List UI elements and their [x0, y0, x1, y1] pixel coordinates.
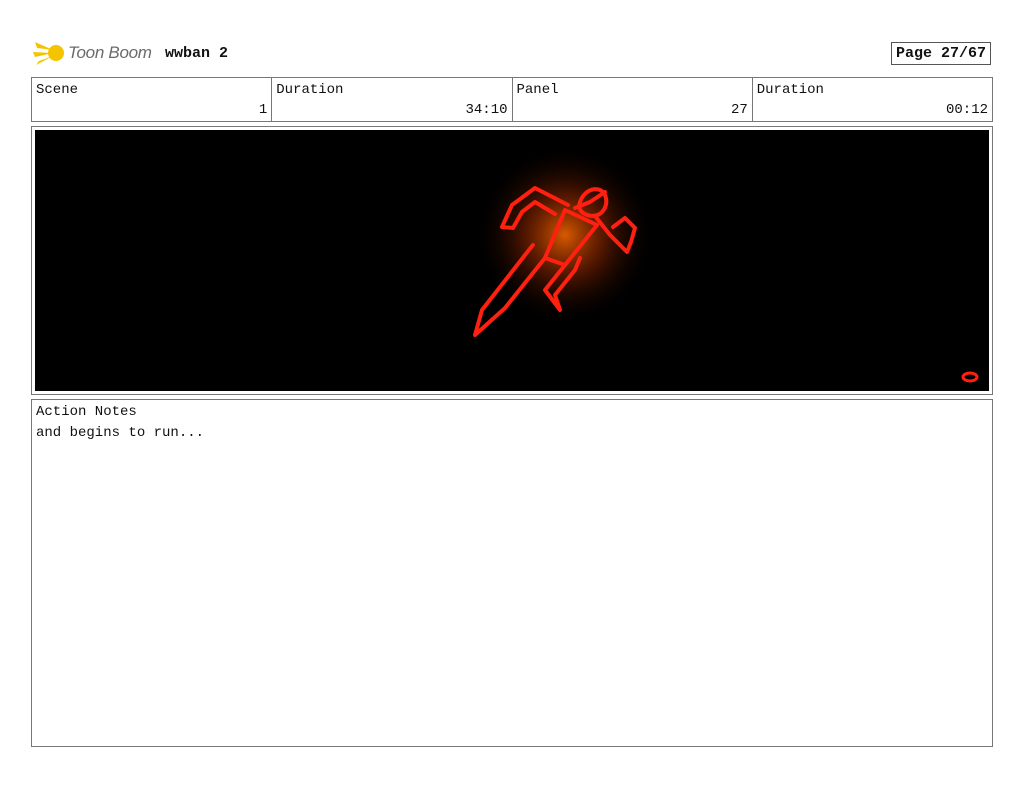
panel-frame	[31, 126, 993, 395]
scene-duration-label: Duration	[276, 82, 344, 98]
scene-value: 1	[258, 102, 268, 118]
scene-duration-cell: Duration 34:10	[272, 78, 513, 121]
panel-cell: Panel 27	[513, 78, 753, 121]
toon-boom-logo: Toon Boom	[33, 38, 158, 70]
panel-value: 27	[730, 102, 748, 118]
action-notes-box: Action Notes and begins to run...	[31, 399, 993, 747]
scene-cell: Scene 1	[32, 78, 273, 121]
running-figure-drawing	[473, 145, 979, 383]
comet-icon	[33, 42, 64, 65]
logo-text: Toon Boom	[68, 43, 152, 62]
panel-duration-label: Duration	[756, 82, 824, 98]
action-notes-label: Action Notes	[36, 404, 137, 420]
panel-image	[35, 130, 989, 391]
scene-label: Scene	[36, 82, 79, 98]
figure-glow	[475, 145, 655, 325]
scene-duration-value: 34:10	[465, 102, 508, 118]
panel-duration-value: 00:12	[945, 102, 988, 118]
action-notes-text: and begins to run...	[36, 425, 205, 441]
page-indicator: Page 27/67	[891, 42, 991, 65]
panel-label: Panel	[516, 82, 559, 98]
project-title: wwban 2	[165, 45, 229, 62]
panel-duration-cell: Duration 00:12	[753, 78, 992, 121]
corner-mark	[961, 371, 979, 383]
info-row: Scene 1 Duration 34:10 Panel 27 Duration…	[31, 77, 993, 122]
